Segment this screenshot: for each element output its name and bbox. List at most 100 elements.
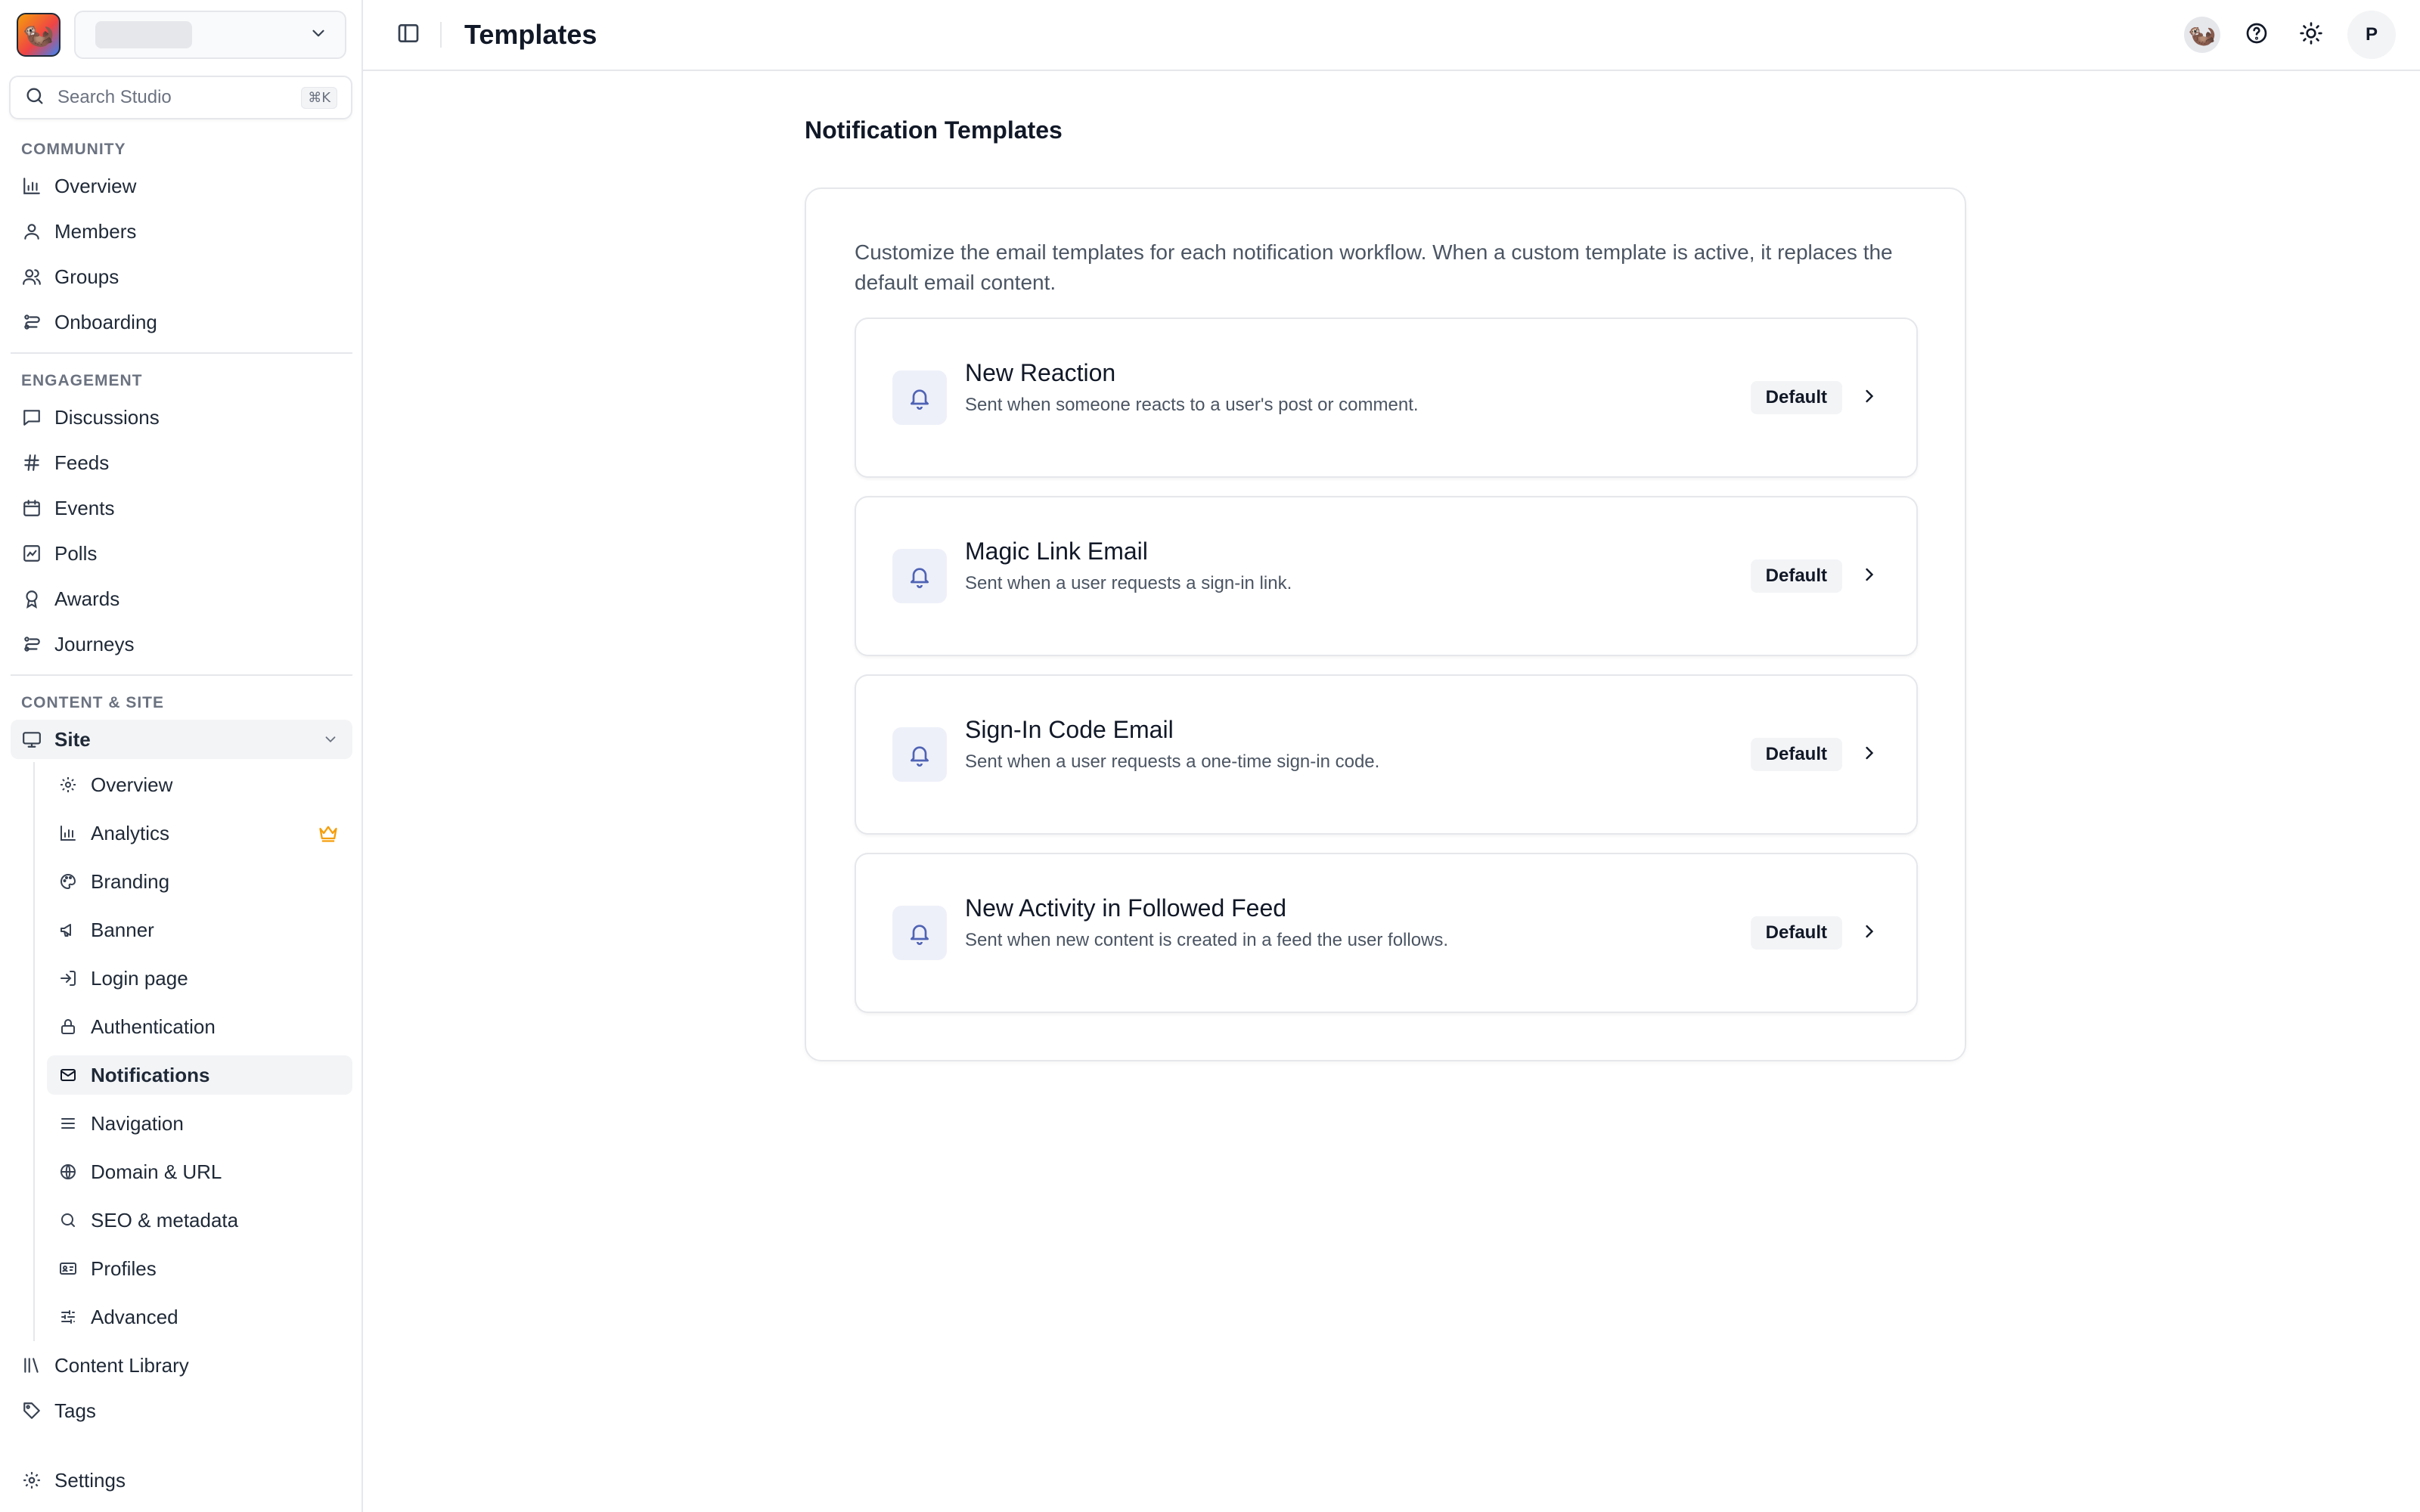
theme-toggle-button[interactable] xyxy=(2293,17,2329,53)
sidebar-item-label: Overview xyxy=(54,174,137,197)
help-button[interactable] xyxy=(2238,17,2275,53)
status-badge: Default xyxy=(1750,916,1842,950)
message-square-icon xyxy=(21,407,42,428)
sidebar-item-label: Feeds xyxy=(54,451,110,474)
site-item-analytics[interactable]: Analytics xyxy=(47,813,352,853)
sidebar-item-label: Authentication xyxy=(91,1015,216,1038)
sidebar-item-polls[interactable]: Polls xyxy=(11,534,352,573)
bell-icon xyxy=(892,906,947,960)
status-badge: Default xyxy=(1750,381,1842,414)
sidebar-item-groups[interactable]: Groups xyxy=(11,257,352,296)
template-description: Sent when someone reacts to a user's pos… xyxy=(965,394,1419,415)
calendar-icon xyxy=(21,497,42,519)
community-logo[interactable]: 🦦 xyxy=(17,13,60,57)
template-name: New Reaction xyxy=(965,358,1116,386)
site-item-login-page[interactable]: Login page xyxy=(47,959,352,998)
sidebar-item-label: Settings xyxy=(54,1468,126,1492)
sidebar-item-tags[interactable]: Tags xyxy=(11,1391,352,1430)
sidebar-item-label: Branding xyxy=(91,869,170,893)
divider xyxy=(11,352,352,354)
sidebar-item-discussions[interactable]: Discussions xyxy=(11,398,352,437)
template-card-new-activity-followed-feed[interactable]: New Activity in Followed Feed Sent when … xyxy=(855,853,1918,1013)
sidebar-item-awards[interactable]: Awards xyxy=(11,579,352,618)
site-item-notifications[interactable]: Notifications xyxy=(47,1055,352,1095)
sidebar-item-label: SEO & metadata xyxy=(91,1208,239,1232)
template-text: New Reaction Sent when someone reacts to… xyxy=(965,359,1419,416)
route-icon xyxy=(21,634,42,655)
top-header: Templates 🦦 P xyxy=(363,0,2420,71)
page-title: Templates xyxy=(464,19,597,50)
bar-chart-icon xyxy=(21,175,42,197)
users-icon xyxy=(21,266,42,287)
template-name: Sign-In Code Email xyxy=(965,715,1174,743)
sidebar-item-label: Analytics xyxy=(91,821,170,844)
help-circle-icon xyxy=(2245,21,2269,49)
section-title: Notification Templates xyxy=(805,116,1063,144)
workspace-select[interactable] xyxy=(74,11,346,59)
template-text: Sign-In Code Email Sent when a user requ… xyxy=(965,716,1379,773)
sidebar-item-label: Profiles xyxy=(91,1256,157,1280)
section-label-community: COMMUNITY xyxy=(21,141,126,158)
template-description: Sent when a user requests a one-time sig… xyxy=(965,751,1380,772)
search-input[interactable] xyxy=(57,87,302,108)
bell-icon xyxy=(892,727,947,782)
site-item-authentication[interactable]: Authentication xyxy=(47,1007,352,1046)
mascot-avatar[interactable]: 🦦 xyxy=(2184,17,2220,53)
sidebar-item-events[interactable]: Events xyxy=(11,488,352,528)
template-actions: Default xyxy=(1750,381,1880,414)
template-card-new-reaction[interactable]: New Reaction Sent when someone reacts to… xyxy=(855,318,1918,478)
sidebar-item-overview[interactable]: Overview xyxy=(11,166,352,206)
chevron-down-icon xyxy=(309,23,328,47)
template-actions: Default xyxy=(1750,916,1880,950)
template-description: Sent when new content is created in a fe… xyxy=(965,929,1449,950)
site-item-domain-url[interactable]: Domain & URL xyxy=(47,1152,352,1191)
search-box[interactable]: ⌘K xyxy=(9,76,352,119)
template-card-magic-link-email[interactable]: Magic Link Email Sent when a user reques… xyxy=(855,496,1918,656)
mail-icon xyxy=(57,1064,79,1086)
panel-description: Customize the email templates for each n… xyxy=(855,240,1893,294)
bell-icon xyxy=(892,370,947,425)
status-badge: Default xyxy=(1750,559,1842,593)
sun-icon xyxy=(2299,21,2323,49)
sliders-icon xyxy=(57,1306,79,1328)
palette-icon xyxy=(57,871,79,892)
site-item-overview[interactable]: Overview xyxy=(47,765,352,804)
sidebar-item-feeds[interactable]: Feeds xyxy=(11,443,352,482)
sidebar-item-members[interactable]: Members xyxy=(11,212,352,251)
sidebar-item-label: Navigation xyxy=(91,1111,184,1135)
header-actions: 🦦 P xyxy=(2184,11,2396,59)
award-icon xyxy=(21,588,42,609)
search-shortcut: ⌘K xyxy=(301,86,337,109)
bell-icon xyxy=(892,549,947,603)
site-item-profiles[interactable]: Profiles xyxy=(47,1249,352,1288)
gear-icon xyxy=(57,774,79,795)
chevron-right-icon xyxy=(1859,564,1880,589)
template-text: Magic Link Email Sent when a user reques… xyxy=(965,538,1292,594)
sidebar-item-onboarding[interactable]: Onboarding xyxy=(11,302,352,342)
panel-left-icon xyxy=(396,21,420,49)
site-item-branding[interactable]: Branding xyxy=(47,862,352,901)
gear-icon xyxy=(21,1470,42,1491)
sidebar-item-label: Login page xyxy=(91,966,188,990)
sidebar-toggle-button[interactable] xyxy=(390,17,427,53)
section-label-content-site: CONTENT & SITE xyxy=(21,694,165,711)
search-icon xyxy=(24,85,45,110)
sidebar-item-label: Tags xyxy=(54,1399,96,1422)
crown-icon xyxy=(318,823,339,844)
tree-line xyxy=(33,762,35,1341)
sidebar-item-label: Notifications xyxy=(91,1063,210,1086)
template-card-sign-in-code-email[interactable]: Sign-In Code Email Sent when a user requ… xyxy=(855,674,1918,835)
chevron-right-icon xyxy=(1859,921,1880,946)
site-item-banner[interactable]: Banner xyxy=(47,910,352,950)
sidebar-item-content-library[interactable]: Content Library xyxy=(11,1346,352,1385)
site-item-navigation[interactable]: Navigation xyxy=(47,1104,352,1143)
site-item-advanced[interactable]: Advanced xyxy=(47,1297,352,1337)
user-avatar[interactable]: P xyxy=(2347,11,2396,59)
site-item-seo-metadata[interactable]: SEO & metadata xyxy=(47,1201,352,1240)
sidebar-item-journeys[interactable]: Journeys xyxy=(11,624,352,664)
sidebar-item-settings[interactable]: Settings xyxy=(11,1461,352,1500)
sidebar-item-label: Onboarding xyxy=(54,310,157,333)
sidebar-item-site[interactable]: Site xyxy=(11,720,352,759)
template-actions: Default xyxy=(1750,559,1880,593)
sidebar-item-label: Polls xyxy=(54,541,98,565)
